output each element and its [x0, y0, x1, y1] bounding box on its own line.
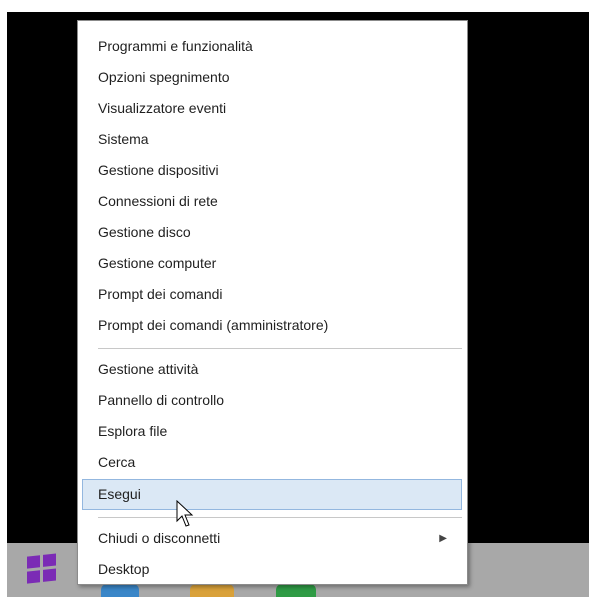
- menu-item-run[interactable]: Esegui: [82, 479, 462, 510]
- menu-item-event-viewer[interactable]: Visualizzatore eventi: [78, 93, 467, 124]
- menu-item-label: Opzioni spegnimento: [98, 69, 230, 85]
- menu-item-label: Gestione disco: [98, 224, 191, 240]
- menu-item-label: Esplora file: [98, 423, 168, 439]
- menu-item-label: Cerca: [98, 454, 136, 470]
- menu-item-label: Gestione computer: [98, 255, 217, 271]
- menu-item-control-panel[interactable]: Pannello di controllo: [78, 385, 467, 416]
- menu-item-label: Visualizzatore eventi: [98, 100, 227, 116]
- app-icon-blue[interactable]: [101, 584, 139, 597]
- menu-item-power-options[interactable]: Opzioni spegnimento: [78, 62, 467, 93]
- menu-item-search[interactable]: Cerca: [78, 447, 467, 478]
- winx-context-menu: Programmi e funzionalità Opzioni spegnim…: [77, 20, 468, 585]
- app-icon-yellow[interactable]: [190, 584, 234, 597]
- menu-item-command-prompt-admin[interactable]: Prompt dei comandi (amministratore): [78, 310, 467, 341]
- menu-item-task-manager[interactable]: Gestione attività: [78, 354, 467, 385]
- menu-item-label: Prompt dei comandi (amministratore): [98, 317, 329, 333]
- menu-separator: [98, 517, 462, 518]
- menu-item-network-connections[interactable]: Connessioni di rete: [78, 186, 467, 217]
- menu-item-system[interactable]: Sistema: [78, 124, 467, 155]
- menu-item-command-prompt[interactable]: Prompt dei comandi: [78, 279, 467, 310]
- menu-item-label: Gestione attività: [98, 361, 199, 377]
- menu-separator: [98, 348, 462, 349]
- menu-item-label: Chiudi o disconnetti: [98, 530, 221, 546]
- menu-item-device-manager[interactable]: Gestione dispositivi: [78, 155, 467, 186]
- menu-item-label: Prompt dei comandi: [98, 286, 223, 302]
- menu-item-label: Esegui: [98, 486, 141, 502]
- menu-item-label: Sistema: [98, 131, 149, 147]
- chevron-right-icon: ▶: [439, 533, 447, 544]
- mouse-pointer-icon: [176, 500, 194, 527]
- app-icon-green[interactable]: [276, 584, 316, 597]
- menu-item-label: Programmi e funzionalità: [98, 38, 253, 54]
- menu-item-file-explorer[interactable]: Esplora file: [78, 416, 467, 447]
- windows-logo-icon[interactable]: [27, 553, 57, 584]
- menu-item-shutdown-signout[interactable]: Chiudi o disconnetti ▶: [78, 523, 467, 554]
- menu-item-label: Gestione dispositivi: [98, 162, 219, 178]
- menu-item-label: Desktop: [98, 561, 150, 577]
- menu-item-desktop[interactable]: Desktop: [78, 554, 467, 585]
- menu-item-programs-features[interactable]: Programmi e funzionalità: [78, 31, 467, 62]
- menu-item-disk-management[interactable]: Gestione disco: [78, 217, 467, 248]
- menu-item-label: Pannello di controllo: [98, 392, 225, 408]
- menu-item-computer-management[interactable]: Gestione computer: [78, 248, 467, 279]
- menu-item-label: Connessioni di rete: [98, 193, 218, 209]
